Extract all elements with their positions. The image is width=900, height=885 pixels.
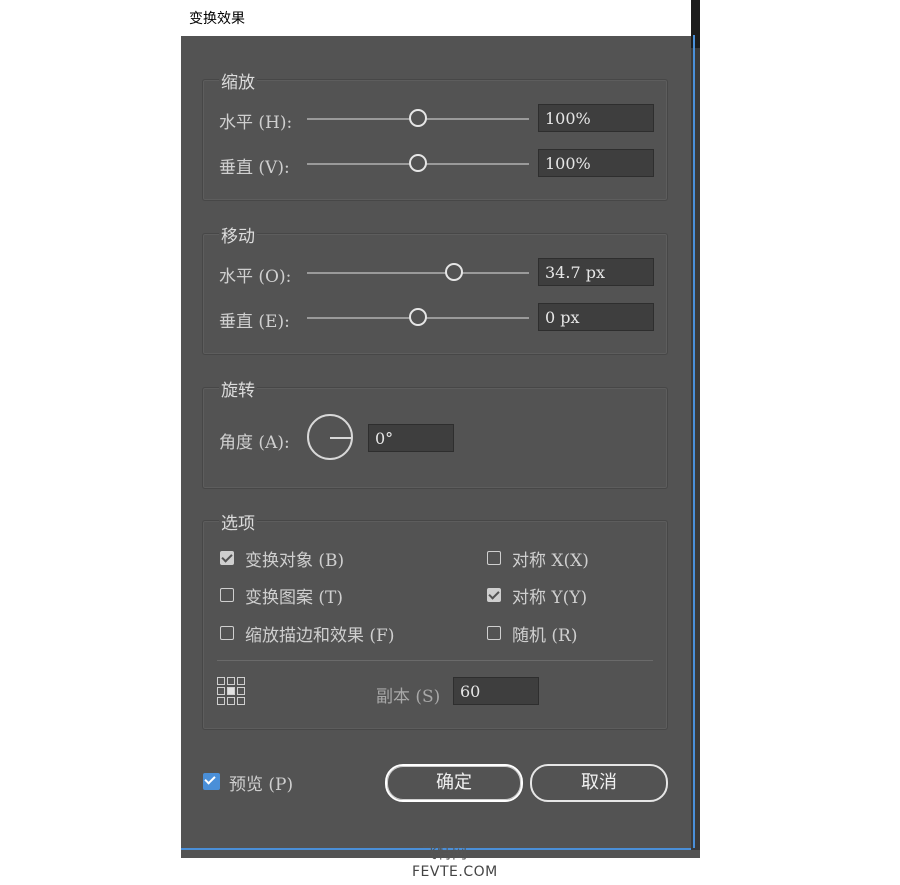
cancel-button[interactable]: 取消 [530,764,668,802]
reflect-x-label: 对称 X(X) [512,551,589,571]
options-group: 选项 变换对象 (B) 变换图案 (T) 缩放描边和效果 (F) 对称 X(X)… [202,509,668,730]
move-group-title: 移动 [219,222,257,247]
rotate-angle-label: 角度 (A): [219,433,290,453]
scale-group-title: 缩放 [219,68,257,93]
transform-patterns-label: 变换图案 (T) [245,588,344,608]
scale-strokes-checkbox[interactable] [220,626,234,640]
rotate-group-title: 旋转 [219,376,257,401]
reflect-y-checkbox[interactable] [487,588,501,602]
transform-objects-checkbox[interactable] [220,551,234,565]
ref-cell [237,677,245,685]
ref-cell [227,697,235,705]
ref-cell [227,677,235,685]
transform-patterns-checkbox[interactable] [220,588,234,602]
angle-dial[interactable] [307,414,353,460]
scale-horizontal-label: 水平 (H): [219,113,293,133]
options-group-title: 选项 [219,509,257,534]
ref-cell [237,687,245,695]
reflect-x-checkbox[interactable] [487,551,501,565]
rotate-angle-input[interactable]: 0° [368,424,454,452]
scale-horizontal-slider[interactable] [307,109,529,127]
move-vertical-label: 垂直 (E): [219,312,290,332]
slider-thumb[interactable] [409,154,427,172]
preview-checkbox[interactable] [203,773,220,790]
ref-cell-selected [227,687,235,695]
move-horizontal-slider[interactable] [307,263,529,281]
scale-horizontal-input[interactable]: 100% [538,104,654,132]
ref-cell [217,677,225,685]
options-divider [217,660,653,661]
ok-button[interactable]: 确定 [385,764,523,802]
preview-label: 预览 (P) [229,775,294,795]
ref-cell [217,687,225,695]
slider-thumb[interactable] [409,109,427,127]
move-horizontal-label: 水平 (O): [219,267,292,287]
ref-cell [237,697,245,705]
scale-group: 缩放 水平 (H): 100% 垂直 (V): 100% [202,68,668,201]
scale-vertical-slider[interactable] [307,154,529,172]
reflect-y-label: 对称 Y(Y) [512,588,588,608]
move-vertical-slider[interactable] [307,308,529,326]
ref-cell [217,697,225,705]
slider-thumb[interactable] [409,308,427,326]
watermark-url: FEVTE.COM [412,864,498,880]
copies-label: 副本 (S) [376,687,441,707]
title-bar: 变换效果 [181,0,691,37]
transform-objects-label: 变换对象 (B) [245,551,345,571]
scale-vertical-input[interactable]: 100% [538,149,654,177]
window-title: 变换效果 [189,11,245,27]
slider-thumb[interactable] [444,263,463,281]
rotate-group: 旋转 角度 (A): 0° [202,376,668,489]
random-label: 随机 (R) [512,626,578,646]
move-horizontal-input[interactable]: 34.7 px [538,258,654,286]
random-checkbox[interactable] [487,626,501,640]
scale-strokes-label: 缩放描边和效果 (F) [245,626,395,646]
reference-point-icon[interactable] [217,677,245,705]
move-group: 移动 水平 (O): 34.7 px 垂直 (E): 0 px [202,222,668,355]
scale-vertical-label: 垂直 (V): [219,158,290,178]
transform-effect-dialog: 缩放 水平 (H): 100% 垂直 (V): 100% 移动 水平 (O): … [181,36,691,850]
copies-input[interactable]: 60 [453,677,539,705]
window-edge [691,0,700,858]
move-vertical-input[interactable]: 0 px [538,303,654,331]
watermark-text: 飞特网 [422,844,468,862]
